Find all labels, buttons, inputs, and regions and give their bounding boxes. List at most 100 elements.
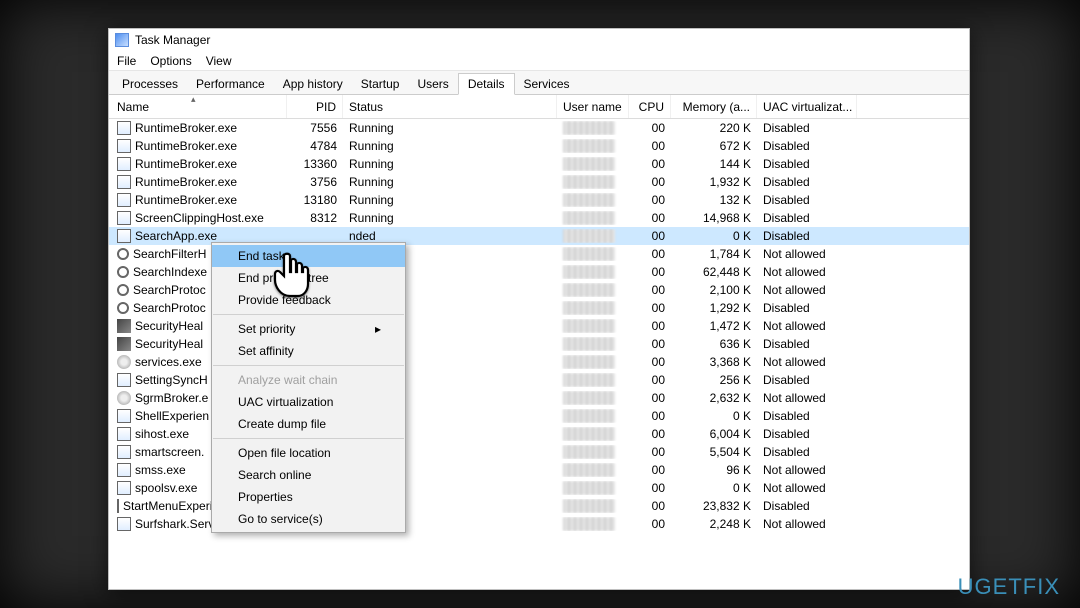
table-row[interactable]: RuntimeBroker.exe3756Running001,932 KDis… <box>109 173 969 191</box>
titlebar[interactable]: Task Manager <box>109 29 969 51</box>
cell-memory: 1,472 K <box>671 319 757 333</box>
cell-cpu: 00 <box>629 175 671 189</box>
process-icon <box>117 499 119 513</box>
ctx-set-priority[interactable]: Set priority▸ <box>212 318 405 340</box>
tab-details[interactable]: Details <box>458 73 515 95</box>
tab-app-history[interactable]: App history <box>274 74 352 94</box>
cell-user <box>557 211 629 225</box>
cell-pid: 3756 <box>287 175 343 189</box>
cell-cpu: 00 <box>629 517 671 531</box>
cell-uac: Disabled <box>757 193 857 207</box>
header-pid[interactable]: PID <box>287 95 343 118</box>
process-icon <box>117 284 129 296</box>
header-memory[interactable]: Memory (a... <box>671 95 757 118</box>
tab-strip: Processes Performance App history Startu… <box>109 71 969 95</box>
process-icon <box>117 481 131 495</box>
table-row[interactable]: RuntimeBroker.exe13180Running00132 KDisa… <box>109 191 969 209</box>
tab-processes[interactable]: Processes <box>113 74 187 94</box>
tab-services[interactable]: Services <box>515 74 579 94</box>
app-icon <box>115 33 129 47</box>
cell-uac: Not allowed <box>757 283 857 297</box>
process-name: spoolsv.exe <box>135 481 197 495</box>
process-name: ShellExperien <box>135 409 209 423</box>
cell-memory: 0 K <box>671 229 757 243</box>
cell-cpu: 00 <box>629 409 671 423</box>
process-name: services.exe <box>135 355 202 369</box>
cell-uac: Disabled <box>757 157 857 171</box>
cell-cpu: 00 <box>629 445 671 459</box>
process-name: SearchApp.exe <box>135 229 217 243</box>
cell-uac: Not allowed <box>757 247 857 261</box>
ctx-uac-virtualization[interactable]: UAC virtualization <box>212 391 405 413</box>
table-row[interactable]: ScreenClippingHost.exe8312Running0014,96… <box>109 209 969 227</box>
cell-cpu: 00 <box>629 265 671 279</box>
cell-user <box>557 175 629 189</box>
cell-pid: 4784 <box>287 139 343 153</box>
ctx-create-dump[interactable]: Create dump file <box>212 413 405 435</box>
tab-users[interactable]: Users <box>408 74 457 94</box>
menu-options[interactable]: Options <box>150 54 191 68</box>
cell-uac: Not allowed <box>757 265 857 279</box>
tab-performance[interactable]: Performance <box>187 74 274 94</box>
menu-view[interactable]: View <box>206 54 232 68</box>
ctx-open-file-location[interactable]: Open file location <box>212 442 405 464</box>
header-status[interactable]: Status <box>343 95 557 118</box>
cell-status: Running <box>343 121 557 135</box>
table-row[interactable]: RuntimeBroker.exe13360Running00144 KDisa… <box>109 155 969 173</box>
cell-cpu: 00 <box>629 283 671 297</box>
ctx-set-affinity[interactable]: Set affinity <box>212 340 405 362</box>
header-uac[interactable]: UAC virtualizat... <box>757 95 857 118</box>
process-name: RuntimeBroker.exe <box>135 121 237 135</box>
cell-memory: 62,448 K <box>671 265 757 279</box>
process-name: RuntimeBroker.exe <box>135 139 237 153</box>
tab-startup[interactable]: Startup <box>352 74 409 94</box>
header-name[interactable]: Name▴ <box>111 95 287 118</box>
cell-cpu: 00 <box>629 247 671 261</box>
cell-user <box>557 481 629 495</box>
ctx-properties[interactable]: Properties <box>212 486 405 508</box>
cell-memory: 636 K <box>671 337 757 351</box>
process-icon <box>117 355 131 369</box>
cell-pid: 8312 <box>287 211 343 225</box>
ctx-go-to-services[interactable]: Go to service(s) <box>212 508 405 530</box>
table-row[interactable]: RuntimeBroker.exe7556Running00220 KDisab… <box>109 119 969 137</box>
process-icon <box>117 211 131 225</box>
window-title: Task Manager <box>135 33 210 47</box>
cell-uac: Not allowed <box>757 481 857 495</box>
cell-uac: Disabled <box>757 139 857 153</box>
cell-user <box>557 157 629 171</box>
cell-memory: 672 K <box>671 139 757 153</box>
ctx-search-online[interactable]: Search online <box>212 464 405 486</box>
cell-user <box>557 391 629 405</box>
cell-user <box>557 427 629 441</box>
cell-user <box>557 301 629 315</box>
sort-indicator-icon: ▴ <box>191 95 196 105</box>
cell-user <box>557 247 629 261</box>
cell-user <box>557 139 629 153</box>
ctx-end-task[interactable]: End task <box>212 245 405 267</box>
cell-user <box>557 193 629 207</box>
cell-memory: 14,968 K <box>671 211 757 225</box>
cell-memory: 256 K <box>671 373 757 387</box>
cell-user <box>557 517 629 531</box>
header-user[interactable]: User name <box>557 95 629 118</box>
chevron-right-icon: ▸ <box>375 322 381 336</box>
cell-cpu: 00 <box>629 373 671 387</box>
ctx-end-process-tree[interactable]: End process tree <box>212 267 405 289</box>
cell-user <box>557 409 629 423</box>
ctx-provide-feedback[interactable]: Provide feedback <box>212 289 405 311</box>
header-cpu[interactable]: CPU <box>629 95 671 118</box>
cell-status: Running <box>343 211 557 225</box>
menu-file[interactable]: File <box>117 54 136 68</box>
cell-memory: 2,100 K <box>671 283 757 297</box>
process-name: sihost.exe <box>135 427 189 441</box>
process-icon <box>117 302 129 314</box>
cell-pid: 7556 <box>287 121 343 135</box>
cell-cpu: 00 <box>629 193 671 207</box>
cell-memory: 23,832 K <box>671 499 757 513</box>
cell-memory: 5,504 K <box>671 445 757 459</box>
table-row[interactable]: RuntimeBroker.exe4784Running00672 KDisab… <box>109 137 969 155</box>
cell-memory: 1,784 K <box>671 247 757 261</box>
ctx-analyze-wait-chain: Analyze wait chain <box>212 369 405 391</box>
cell-cpu: 00 <box>629 121 671 135</box>
